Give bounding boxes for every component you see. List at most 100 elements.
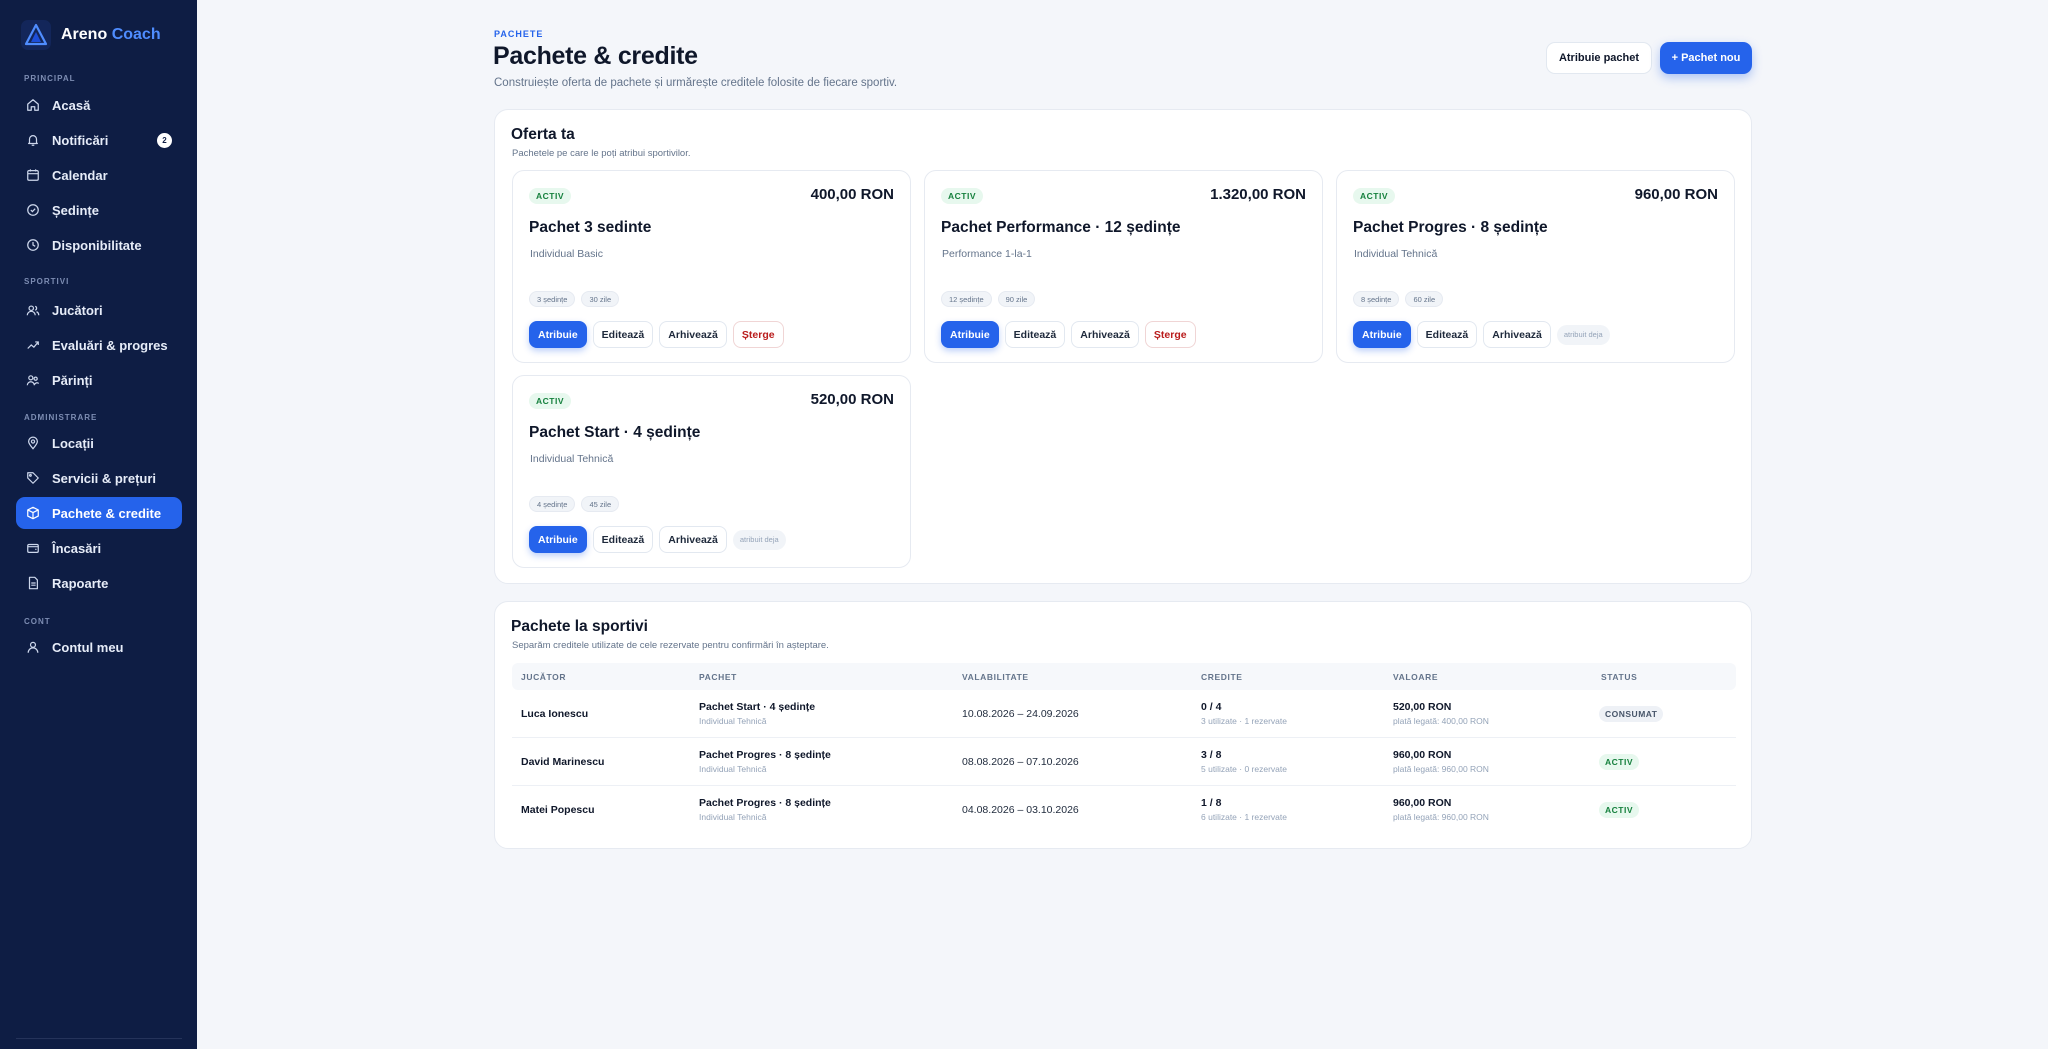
sessions-tag: 12 ședințe	[941, 291, 992, 307]
column-header-player: JUCĂTOR	[521, 672, 567, 682]
clock-icon	[27, 239, 39, 251]
sidebar: Areno Coach PRINCIPAL Acasă Notificări 2…	[0, 0, 197, 1049]
package-card: ACTIV 400,00 RON Pachet 3 sedinte Indivi…	[512, 170, 911, 363]
package-card: ACTIV 520,00 RON Pachet Start · 4 ședinț…	[512, 375, 911, 568]
parents-icon	[26, 375, 40, 386]
sidebar-item-disponibilitate[interactable]: Disponibilitate	[16, 229, 182, 261]
sidebar-item-label: Evaluări & progres	[52, 337, 168, 353]
sidebar-item-parinti[interactable]: Părinți	[16, 364, 182, 396]
player-packages-panel: Pachete la sportivi Separăm creditele ut…	[494, 601, 1752, 849]
sidebar-item-contul-meu[interactable]: Contul meu	[16, 631, 182, 663]
edit-button[interactable]: Editează	[1004, 321, 1066, 348]
page-title: Pachete & credite	[493, 42, 698, 70]
duration-tag: 30 zile	[581, 291, 620, 307]
nav-section-sportivi: SPORTIVI	[24, 277, 70, 286]
player-packages-title: Pachete la sportivi	[511, 618, 648, 635]
credits-remaining: 1 / 8	[1201, 797, 1222, 809]
home-icon	[27, 99, 39, 111]
sessions-tag: 8 ședințe	[1353, 291, 1400, 307]
sidebar-item-label: Părinți	[52, 372, 93, 388]
users-icon	[26, 305, 40, 316]
row-package-type: Individual Tehnică	[699, 716, 767, 726]
package-type: Individual Basic	[530, 248, 603, 260]
brand-name-accent: Coach	[111, 26, 161, 43]
calendar-icon	[27, 169, 39, 181]
player-packages-subtitle: Separăm creditele utilizate de cele reze…	[512, 640, 829, 651]
status-badge: ACTIV	[529, 393, 571, 409]
sidebar-item-servicii[interactable]: Servicii & prețuri	[16, 462, 182, 494]
already-assigned-note: atribuit deja	[1556, 324, 1610, 345]
new-package-button[interactable]: + Pachet nou	[1660, 42, 1752, 74]
page-subtitle: Construiește oferta de pachete și urmăre…	[494, 77, 898, 89]
sidebar-item-locatii[interactable]: Locații	[16, 427, 182, 459]
table-row[interactable]: David Marinescu Pachet Progres · 8 ședin…	[512, 738, 1736, 786]
status-badge: ACTIV	[941, 188, 983, 204]
edit-button[interactable]: Editează	[1416, 321, 1478, 348]
credits-detail: 5 utilizate · 0 rezervate	[1201, 764, 1287, 774]
package-value: 520,00 RON	[1393, 701, 1452, 713]
tag-icon	[27, 472, 39, 484]
linked-payment: plată legată: 400,00 RON	[1393, 716, 1489, 726]
package-card: ACTIV 1.320,00 RON Pachet Performance · …	[924, 170, 1323, 363]
table-row[interactable]: Luca Ionescu Pachet Start · 4 ședințe In…	[512, 690, 1736, 738]
credits-detail: 3 utilizate · 1 rezervate	[1201, 716, 1287, 726]
package-card: ACTIV 960,00 RON Pachet Progres · 8 ședi…	[1336, 170, 1735, 363]
package-type: Individual Tehnică	[530, 453, 614, 465]
edit-button[interactable]: Editează	[592, 321, 654, 348]
validity-range: 08.08.2026 – 07.10.2026	[962, 756, 1079, 768]
assign-button[interactable]: Atribuie	[941, 321, 999, 348]
package-actions: Atribuie Editează Arhivează Șterge	[941, 321, 1196, 348]
brand-name: Areno Coach	[61, 26, 161, 44]
archive-button[interactable]: Arhivează	[659, 321, 727, 348]
archive-button[interactable]: Arhivează	[1071, 321, 1139, 348]
sidebar-item-label: Locații	[52, 435, 94, 451]
brand[interactable]: Areno Coach	[21, 20, 161, 50]
sidebar-item-jucatori[interactable]: Jucători	[16, 294, 182, 326]
sidebar-item-label: Contul meu	[52, 639, 124, 655]
column-header-status: STATUS	[1601, 672, 1638, 682]
delete-button[interactable]: Șterge	[732, 321, 784, 348]
sidebar-item-incasari[interactable]: Încasări	[16, 532, 182, 564]
package-value: 960,00 RON	[1393, 749, 1452, 761]
package-value: 960,00 RON	[1393, 797, 1452, 809]
duration-tag: 60 zile	[1405, 291, 1444, 307]
row-package-type: Individual Tehnică	[699, 764, 767, 774]
status-badge: ACTIV	[1353, 188, 1395, 204]
sidebar-item-rapoarte[interactable]: Rapoarte	[16, 567, 182, 599]
nav-section-principal: PRINCIPAL	[24, 74, 76, 83]
sessions-tag: 3 ședințe	[529, 291, 576, 307]
assign-button[interactable]: Atribuie	[529, 526, 587, 553]
sidebar-item-label: Rapoarte	[52, 575, 109, 591]
sidebar-item-calendar[interactable]: Calendar	[16, 159, 182, 191]
table-row[interactable]: Matei Popescu Pachet Progres · 8 ședințe…	[512, 786, 1736, 834]
sidebar-item-sedinte[interactable]: Ședințe	[16, 194, 182, 226]
column-header-value: VALOARE	[1393, 672, 1439, 682]
row-package-name: Pachet Start · 4 ședințe	[699, 701, 816, 713]
edit-button[interactable]: Editează	[592, 526, 654, 553]
sidebar-item-acasa[interactable]: Acasă	[16, 89, 182, 121]
delete-button[interactable]: Șterge	[1144, 321, 1196, 348]
sidebar-item-notificari[interactable]: Notificări 2	[16, 124, 182, 156]
sidebar-item-label: Acasă	[52, 97, 91, 113]
sidebar-item-label: Pachete & credite	[52, 505, 162, 521]
brand-name-text: Areno	[61, 26, 108, 43]
location-pin-icon	[28, 436, 38, 450]
sidebar-item-evaluari[interactable]: Evaluări & progres	[16, 329, 182, 361]
table-header: JUCĂTOR PACHET VALABILITATE CREDITE VALO…	[512, 663, 1736, 690]
page-eyebrow: PACHETE	[494, 29, 544, 39]
row-package-type: Individual Tehnică	[699, 812, 767, 822]
package-name: Pachet Performance · 12 ședințe	[941, 219, 1181, 236]
already-assigned-note: atribuit deja	[732, 529, 786, 550]
assign-package-button[interactable]: Atribuie pachet	[1546, 42, 1652, 74]
sidebar-item-pachete[interactable]: Pachete & credite	[16, 497, 182, 529]
sidebar-item-label: Disponibilitate	[52, 237, 142, 253]
assign-button[interactable]: Atribuie	[1353, 321, 1411, 348]
archive-button[interactable]: Arhivează	[1483, 321, 1551, 348]
assign-button[interactable]: Atribuie	[529, 321, 587, 348]
nav-section-administrare: ADMINISTRARE	[24, 413, 98, 422]
player-name: Matei Popescu	[521, 804, 595, 816]
package-actions: Atribuie Editează Arhivează atribuit dej…	[1353, 321, 1610, 348]
linked-payment: plată legată: 960,00 RON	[1393, 812, 1489, 822]
archive-button[interactable]: Arhivează	[659, 526, 727, 553]
package-name: Pachet Progres · 8 ședințe	[1353, 219, 1548, 236]
